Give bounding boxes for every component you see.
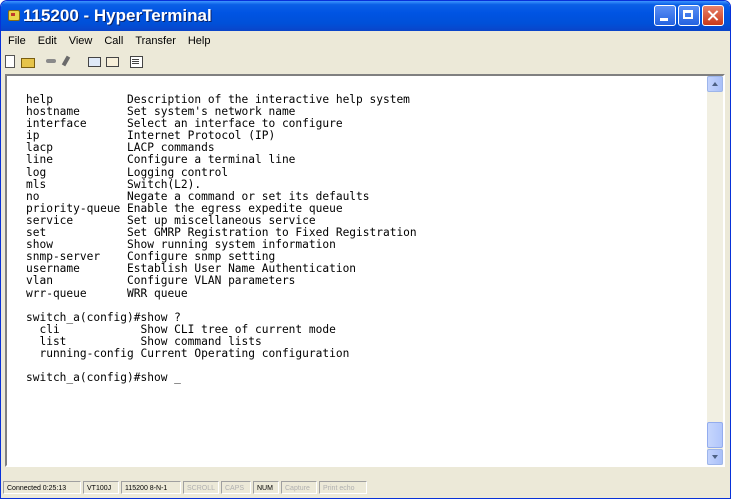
terminal-prompt-line: switch_a(config)#show _ [26, 371, 181, 385]
properties-icon[interactable] [128, 53, 144, 69]
terminal-line: log Logging control [26, 165, 229, 179]
menu-call[interactable]: Call [98, 34, 129, 50]
terminal-line: snmp-server Configure snmp setting [26, 250, 276, 264]
window-title: 115200 - HyperTerminal [23, 6, 212, 25]
terminal-line: mls Switch(L2). [26, 177, 202, 191]
disconnect-icon[interactable] [62, 53, 78, 69]
new-icon[interactable] [2, 53, 18, 69]
scrollbar-thumb[interactable] [707, 422, 723, 448]
status-num: NUM [253, 481, 279, 494]
scroll-down-icon[interactable] [707, 449, 723, 465]
terminal-line: list Show command lists [26, 334, 262, 348]
terminal-line: lacp LACP commands [26, 141, 215, 155]
status-emulation: VT100J [83, 481, 119, 494]
connect-icon[interactable] [44, 53, 60, 69]
menu-transfer[interactable]: Transfer [129, 34, 182, 50]
status-scroll: SCROLL [183, 481, 219, 494]
status-capture: Capture [281, 481, 317, 494]
toolbar [2, 52, 146, 70]
menu-view[interactable]: View [63, 34, 99, 50]
terminal-line: username Establish User Name Authenticat… [26, 262, 357, 276]
title-bar[interactable]: 115200 - HyperTerminal [1, 1, 730, 31]
terminal-line: priority-queue Enable the egress expedit… [26, 201, 343, 215]
terminal-output[interactable]: help Description of the interactive help… [7, 76, 707, 384]
scroll-up-icon[interactable] [707, 76, 723, 92]
status-bar: Connected 0:25:13 VT100J 115200 8-N-1 SC… [3, 479, 728, 496]
status-caps: CAPS [221, 481, 251, 494]
terminal-line: interface Select an interface to configu… [26, 117, 343, 131]
terminal-line: vlan Configure VLAN parameters [26, 274, 296, 288]
receive-icon[interactable] [104, 53, 120, 69]
terminal-pane: help Description of the interactive help… [5, 74, 725, 467]
terminal-line: ip Internet Protocol (IP) [26, 129, 276, 143]
maximize-button[interactable] [678, 5, 700, 26]
menu-help[interactable]: Help [182, 34, 217, 50]
status-port-settings: 115200 8-N-1 [121, 481, 181, 494]
status-connected: Connected 0:25:13 [3, 481, 81, 494]
terminal-line: set Set GMRP Registration to Fixed Regis… [26, 226, 417, 240]
terminal-screen[interactable]: help Description of the interactive help… [7, 76, 707, 465]
send-icon[interactable] [86, 53, 102, 69]
terminal-line: line Configure a terminal line [26, 153, 296, 167]
status-print-echo: Print echo [319, 481, 367, 494]
terminal-line: service Set up miscellaneous service [26, 213, 316, 227]
vertical-scrollbar[interactable] [707, 76, 723, 465]
menu-file[interactable]: File [2, 34, 32, 50]
terminal-line: wrr-queue WRR queue [26, 286, 188, 300]
terminal-line: cli Show CLI tree of current mode [26, 322, 336, 336]
menu-edit[interactable]: Edit [32, 34, 63, 50]
menu-bar: File Edit View Call Transfer Help [2, 34, 216, 50]
app-icon[interactable] [8, 10, 20, 21]
terminal-line: no Negate a command or set its defaults [26, 189, 370, 203]
terminal-line: show Show running system information [26, 238, 336, 252]
open-icon[interactable] [20, 53, 36, 69]
terminal-line: running-config Current Operating configu… [26, 346, 350, 360]
close-button[interactable] [702, 5, 724, 26]
hyperterminal-window: 115200 - HyperTerminal File Edit View Ca… [0, 0, 731, 499]
terminal-line: hostname Set system's network name [26, 105, 296, 119]
minimize-button[interactable] [654, 5, 676, 26]
terminal-line: switch_a(config)#show ? [26, 310, 181, 324]
terminal-line: help Description of the interactive help… [26, 93, 410, 106]
